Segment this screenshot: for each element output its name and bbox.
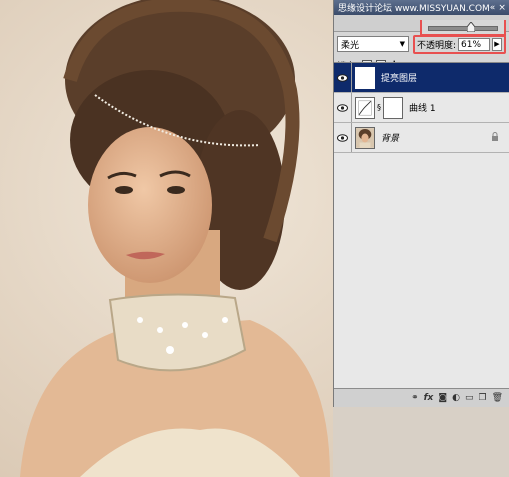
opacity-control: 不透明度: 61% ▶ — [412, 34, 506, 54]
layer-item-1[interactable]: 提亮图层 — [334, 63, 509, 93]
opacity-arrow-icon[interactable]: ▶ — [492, 37, 502, 51]
screenshot-stage: 思缘设计论坛 www.MISSYUAN.COM « × 柔光 ▼ 不透明度: 6… — [0, 0, 509, 477]
fx-icon[interactable]: fx — [424, 393, 434, 403]
eye-icon[interactable] — [334, 123, 352, 152]
layer-mask-thumbnail[interactable] — [383, 96, 403, 119]
eye-icon[interactable] — [334, 93, 352, 122]
layer-name: 曲线 1 — [409, 104, 436, 114]
opacity-slider-track[interactable] — [428, 26, 498, 31]
group-icon[interactable]: ▭ — [465, 393, 474, 403]
close-icon[interactable]: × — [498, 3, 506, 13]
trash-icon[interactable]: 🗑︎ — [492, 393, 503, 403]
layer-thumbnail — [355, 66, 375, 89]
collapse-icon[interactable]: « — [490, 3, 496, 13]
layer-name: 背景 — [381, 134, 400, 144]
lock-icon — [492, 132, 498, 141]
panel-title: 思缘设计论坛 www.MISSYUAN.COM — [338, 4, 490, 14]
mask-icon[interactable]: ◙ — [438, 393, 447, 403]
chevron-down-icon: ▼ — [399, 40, 405, 48]
link-icon[interactable]: ⚭ — [411, 393, 419, 403]
background-thumbnail — [355, 126, 375, 149]
new-layer-icon[interactable]: ❐ — [478, 393, 486, 403]
layer-item-2[interactable]: § 曲线 1 — [334, 93, 509, 123]
layer-list: 提亮图层 § 曲线 1 背景 — [334, 62, 509, 389]
layers-panel: 思缘设计论坛 www.MISSYUAN.COM « × 柔光 ▼ 不透明度: 6… — [333, 0, 509, 407]
adjustment-icon[interactable]: ◐ — [452, 393, 460, 403]
panel-below-area — [333, 407, 509, 477]
opacity-label: 不透明度: — [416, 40, 456, 51]
layer-name: 提亮图层 — [381, 74, 418, 84]
opacity-input[interactable]: 61% — [458, 37, 490, 51]
curves-adjustment-icon — [355, 96, 375, 119]
chain-link-icon[interactable]: § — [377, 103, 381, 112]
blend-mode-select[interactable]: 柔光 ▼ — [337, 36, 409, 52]
panel-titlebar[interactable]: 思缘设计论坛 www.MISSYUAN.COM « × — [334, 0, 509, 15]
layer-item-3[interactable]: 背景 — [334, 123, 509, 153]
eye-icon[interactable] — [334, 63, 352, 92]
blend-mode-value: 柔光 — [341, 40, 360, 51]
layers-bottom-toolbar: ⚭ fx ◙ ◐ ▭ ❐ 🗑︎ — [334, 388, 509, 407]
opacity-slider-thumb[interactable] — [466, 22, 475, 32]
opacity-slider-popup — [420, 20, 506, 36]
